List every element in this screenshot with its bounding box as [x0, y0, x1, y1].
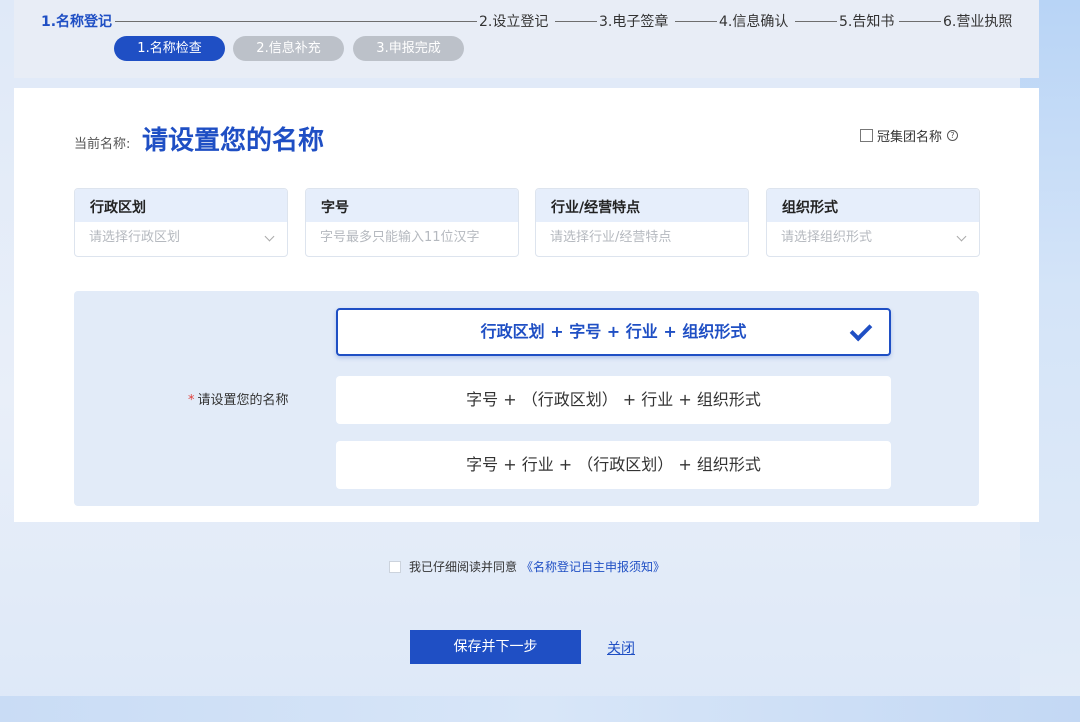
help-icon[interactable]: ? — [947, 130, 959, 141]
field-industry: 行业/经营特点 请选择行业/经营特点 — [535, 188, 749, 257]
name-format-option-2[interactable]: 字号 + （行政区划） + 行业 + 组织形式 — [336, 376, 891, 424]
step-connector — [795, 21, 837, 22]
step-4: 4.信息确认 — [719, 14, 789, 30]
agreement-checkbox[interactable] — [389, 560, 401, 573]
step-connector — [115, 21, 477, 22]
required-marker: * — [188, 393, 195, 408]
close-link[interactable]: 关闭 — [607, 638, 635, 658]
group-name-label: 冠集团名称 — [877, 130, 943, 145]
current-name-label: 当前名称: — [74, 137, 131, 152]
org-form-placeholder: 请选择组织形式 — [781, 230, 873, 245]
substep-name-check[interactable]: 1.名称检查 — [114, 36, 225, 61]
name-format-option-3[interactable]: 字号 + 行业 + （行政区划） + 组织形式 — [336, 441, 891, 489]
step-6: 6.营业执照 — [943, 14, 1013, 30]
field-division-label: 行政区划 — [75, 189, 287, 222]
step-connector — [675, 21, 717, 22]
group-name-checkbox[interactable] — [860, 129, 873, 142]
name-format-label: * 请设置您的名称 — [188, 393, 289, 408]
trade-name-placeholder: 字号最多只能输入11位汉字 — [320, 230, 480, 245]
division-select[interactable]: 请选择行政区划 — [75, 222, 287, 256]
trade-name-input[interactable]: 字号最多只能输入11位汉字 — [306, 222, 518, 256]
step-3: 3.电子签章 — [599, 14, 669, 30]
step-1: 1.名称登记 — [41, 14, 113, 30]
field-trade-name: 字号 字号最多只能输入11位汉字 — [305, 188, 519, 257]
bottom-decoration — [0, 696, 1080, 722]
industry-input[interactable]: 请选择行业/经营特点 — [536, 222, 748, 256]
group-name-option[interactable]: 冠集团名称 ? — [860, 126, 959, 145]
agreement-link[interactable]: 《名称登记自主申报须知》 — [521, 558, 665, 575]
org-form-select[interactable]: 请选择组织形式 — [767, 222, 979, 256]
field-org-form-label: 组织形式 — [767, 189, 979, 222]
substep-info-supplement[interactable]: 2.信息补充 — [233, 36, 344, 61]
field-trade-name-label: 字号 — [306, 189, 518, 222]
field-industry-label: 行业/经营特点 — [536, 189, 748, 222]
agreement-text: 我已仔细阅读并同意 — [409, 560, 518, 574]
agreement-row: 我已仔细阅读并同意 《名称登记自主申报须知》 — [389, 558, 665, 575]
substep-submit-complete[interactable]: 3.申报完成 — [353, 36, 464, 61]
chevron-down-icon — [956, 231, 967, 242]
step-connector — [555, 21, 597, 22]
step-2: 2.设立登记 — [479, 14, 549, 30]
field-division: 行政区划 请选择行政区划 — [74, 188, 288, 257]
division-placeholder: 请选择行政区划 — [89, 230, 181, 245]
chevron-down-icon — [264, 231, 275, 242]
name-setting-card: 当前名称: 请设置您的名称 冠集团名称 ? 行政区划 请选择行政区划 字号 字号… — [14, 88, 1039, 522]
step-5: 5.告知书 — [839, 14, 895, 30]
step-connector — [899, 21, 941, 22]
check-icon — [849, 318, 873, 342]
field-org-form: 组织形式 请选择组织形式 — [766, 188, 980, 257]
name-format-panel: * 请设置您的名称 行政区划 + 字号 + 行业 + 组织形式 字号 + （行政区… — [74, 291, 979, 506]
current-name-value: 请设置您的名称 — [142, 126, 325, 156]
industry-placeholder: 请选择行业/经营特点 — [550, 230, 672, 245]
step-progress: 1.名称登记 2.设立登记 3.电子签章 4.信息确认 5.告知书 6.营业执照… — [14, 0, 1039, 78]
name-format-option-1[interactable]: 行政区划 + 字号 + 行业 + 组织形式 — [336, 308, 891, 356]
save-next-button[interactable]: 保存并下一步 — [410, 630, 581, 664]
